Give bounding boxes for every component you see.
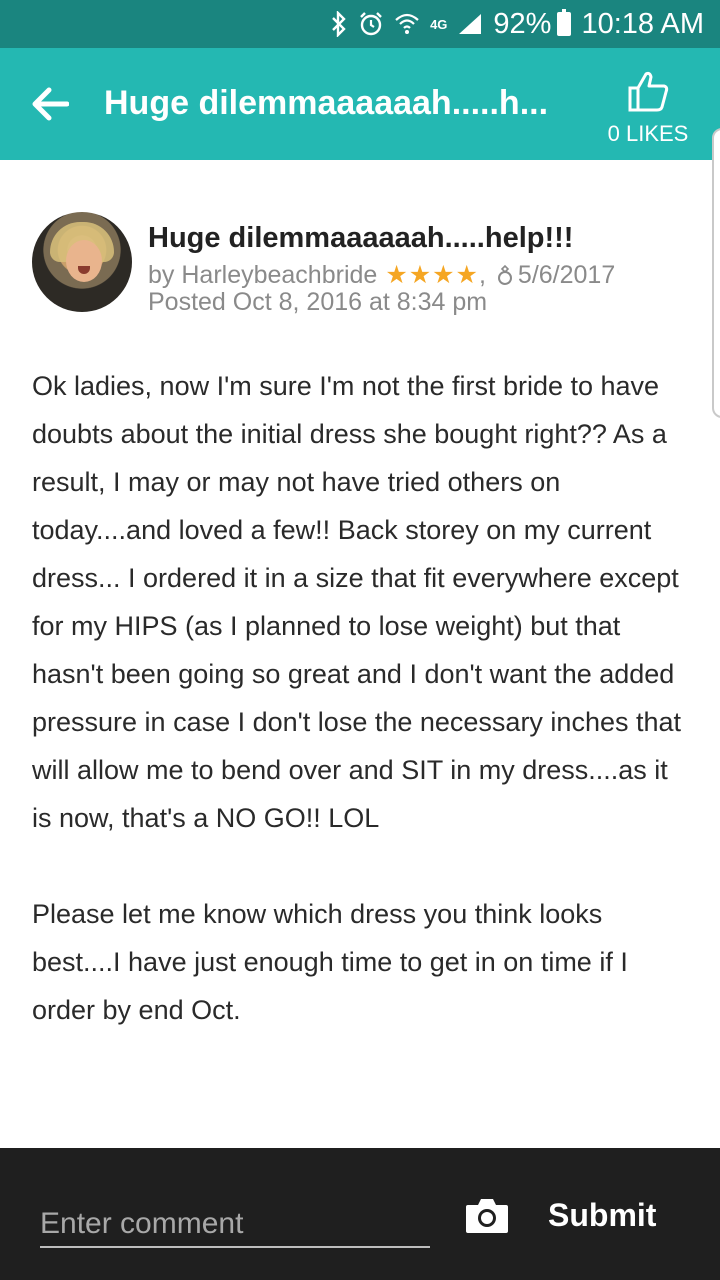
battery-percent: 92%	[493, 7, 552, 40]
back-arrow-icon	[32, 87, 69, 121]
signal-icon	[457, 12, 483, 36]
post-title: Huge dilemmaaaaaah.....help!!!	[148, 222, 574, 254]
battery-icon	[557, 9, 572, 36]
thumbs-up-icon	[628, 71, 669, 112]
post-paragraph: Ok ladies, now I'm sure I'm not the firs…	[32, 371, 682, 833]
meta-separator: ,	[478, 260, 486, 289]
wifi-icon	[394, 12, 420, 36]
camera-button[interactable]	[462, 1192, 512, 1238]
comment-bar: Submit	[0, 1148, 720, 1280]
like-button[interactable]: 0 LIKES	[598, 70, 698, 147]
post-paragraph: Please let me know which dress you think…	[32, 899, 628, 1025]
likes-count: 0 LIKES	[607, 121, 689, 146]
avatar[interactable]	[32, 212, 132, 312]
back-button[interactable]	[28, 82, 72, 126]
battery-indicator: 92%	[493, 7, 572, 41]
bluetooth-icon	[330, 11, 348, 37]
comment-input[interactable]	[40, 1202, 430, 1248]
status-bar: 4G 92% 10:18 AM	[0, 0, 720, 48]
post-body: Ok ladies, now I'm sure I'm not the firs…	[32, 362, 692, 1082]
app-title: Huge dilemmaaaaaah.....h...	[104, 84, 549, 122]
ring-icon	[496, 264, 514, 286]
post-meta: by Harleybeachbride ★★★★, 5/6/2017	[148, 260, 615, 290]
network-type: 4G	[430, 16, 448, 32]
camera-icon	[466, 1199, 508, 1233]
author-link[interactable]: Harleybeachbride	[181, 261, 377, 290]
wedding-date: 5/6/2017	[517, 260, 616, 289]
clock: 10:18 AM	[581, 7, 704, 40]
app-bar: Huge dilemmaaaaaah.....h... 0 LIKES	[0, 48, 720, 160]
rating-stars: ★★★★	[385, 261, 479, 289]
scrollbar[interactable]	[712, 128, 720, 418]
post-timestamp: Posted Oct 8, 2016 at 8:34 pm	[148, 288, 488, 316]
author-prefix: by	[148, 260, 175, 289]
submit-button[interactable]: Submit	[548, 1190, 688, 1240]
alarm-icon	[358, 11, 384, 37]
